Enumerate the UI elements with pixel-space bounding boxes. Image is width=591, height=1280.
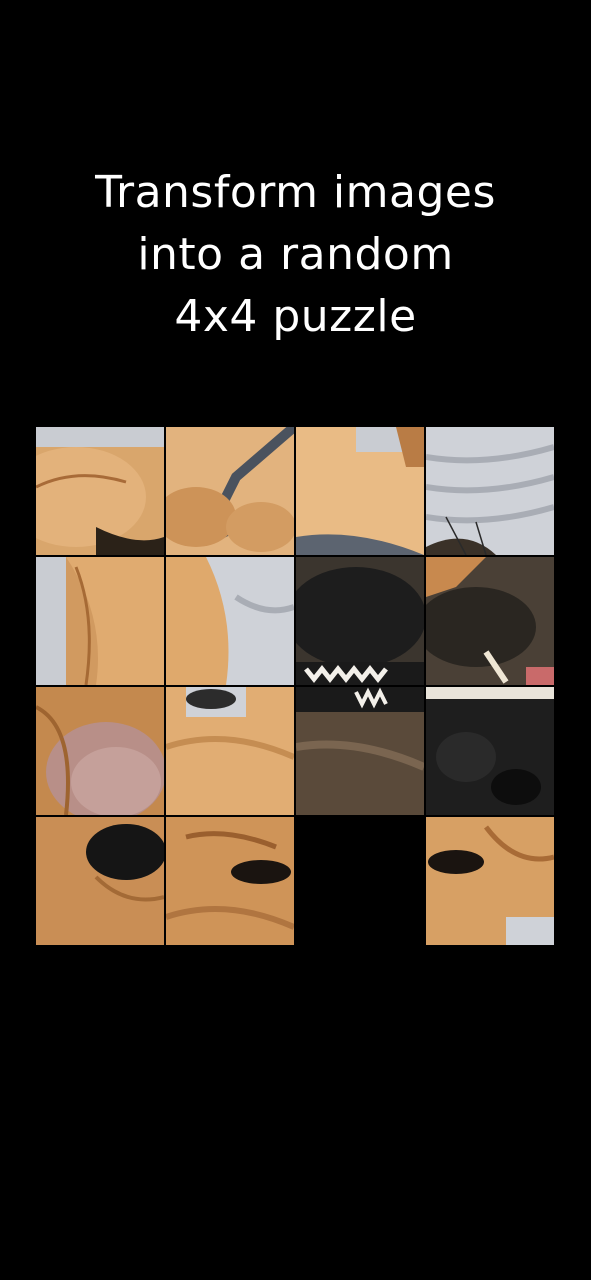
puzzle-tile-r2c3[interactable] [296,557,424,685]
puzzle-tile-r3c4[interactable] [426,687,554,815]
puzzle-board [36,427,554,945]
puzzle-tile-r4c2[interactable] [166,817,294,945]
puzzle-tile-r2c2[interactable] [166,557,294,685]
puzzle-tile-r1c2[interactable] [166,427,294,555]
empty-tile-slot [296,817,424,945]
puzzle-tile-r4c1[interactable] [36,817,164,945]
puzzle-tile-r3c3[interactable] [296,687,424,815]
headline-line-2: into a random [137,229,454,280]
puzzle-tile-r1c1[interactable] [36,427,164,555]
puzzle-tile-r3c2[interactable] [166,687,294,815]
headline: Transform images into a random 4x4 puzzl… [0,162,591,348]
puzzle-tile-r3c1[interactable] [36,687,164,815]
puzzle-tile-r2c1[interactable] [36,557,164,685]
puzzle-tile-r4c4[interactable] [426,817,554,945]
puzzle-tile-r1c3[interactable] [296,427,424,555]
puzzle-tile-r2c4[interactable] [426,557,554,685]
headline-line-1: Transform images [95,167,496,218]
headline-line-3: 4x4 puzzle [174,291,417,342]
puzzle-tile-r1c4[interactable] [426,427,554,555]
